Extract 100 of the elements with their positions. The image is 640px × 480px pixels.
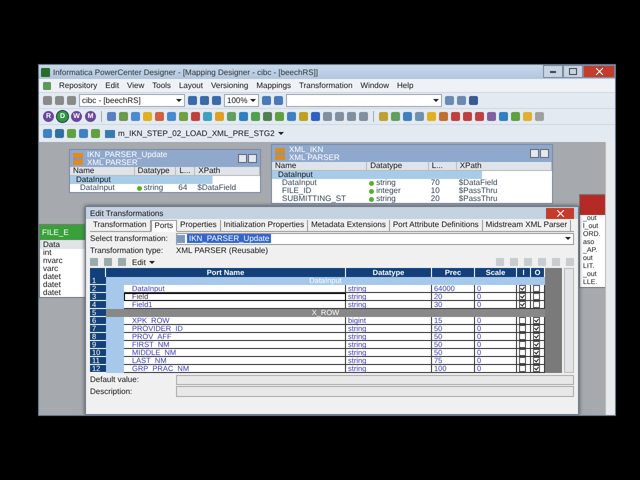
app-icon — [41, 68, 50, 76]
field-label: Default value: — [90, 374, 140, 384]
output-checkbox[interactable] — [533, 293, 540, 300]
tab[interactable]: Ports — [150, 220, 178, 232]
vertical-scrollbar[interactable] — [605, 142, 615, 415]
menu-item[interactable]: Repository — [59, 81, 98, 90]
menu-item[interactable]: Tools — [152, 81, 171, 90]
port-datatype: string — [134, 184, 176, 192]
field-label: Description: — [90, 386, 134, 396]
parser-icon — [275, 148, 285, 160]
tab[interactable]: Properties — [177, 220, 221, 231]
corner-cell — [90, 268, 106, 277]
dialog-title: Edit Transformations — [90, 208, 164, 218]
port-datatype: string — [367, 179, 429, 187]
menu-item[interactable]: Edit — [105, 81, 120, 90]
port-xpath: $DataField — [195, 184, 260, 192]
menu-item[interactable]: Transformation — [299, 81, 353, 90]
menu-item[interactable]: Versioning — [210, 81, 248, 90]
transformation-type: XML PARSER (Reusable) — [176, 246, 268, 255]
search-combo[interactable] — [286, 94, 442, 107]
input-checkbox[interactable] — [519, 341, 526, 348]
source-box[interactable]: FILE_E Data int nvarc varc datet datet datet — [39, 224, 87, 298]
transformation-select[interactable]: IKN_PARSER_Update — [176, 232, 574, 244]
port-datatype: string — [367, 195, 429, 203]
transformation-type: XML PARSER — [289, 154, 340, 162]
output-checkbox[interactable] — [533, 285, 540, 292]
close-button[interactable] — [546, 208, 574, 218]
port-xpath: $PassThru — [456, 195, 552, 203]
transformation-type: XML PARSER — [87, 158, 138, 166]
output-checkbox[interactable] — [533, 325, 540, 332]
port-datatype: varc — [42, 265, 60, 273]
input-checkbox[interactable] — [519, 293, 526, 300]
output-checkbox[interactable] — [533, 317, 540, 324]
tab[interactable]: Midstream XML Parser — [482, 220, 572, 231]
input-checkbox[interactable] — [519, 325, 526, 332]
port-length: 70 — [428, 179, 457, 187]
port-datatype: nvarc — [42, 257, 64, 265]
transformation-box[interactable]: XML_IKN XML PARSER Name Datatype L... XPath DataInput DataInput string 70 $DataField FILE_ID integer 10 $PassThru SUBMITTING_ST string 20 $PassThru — [271, 144, 553, 204]
vertical-scrollbar[interactable] — [564, 268, 574, 373]
minimize-button[interactable] — [543, 65, 563, 78]
window-title: Informatica PowerCenter Designer - [Mapping Designer - cibc - [beechRS]] — [53, 68, 318, 76]
input-checkbox[interactable] — [519, 333, 526, 340]
output-checkbox[interactable] — [533, 341, 540, 348]
port-name: DataInput — [70, 184, 135, 192]
mapping-combo[interactable]: m_IKN_STEP_02_LOAD_XML_PRE_STG2 — [103, 128, 286, 139]
port-datatype: integer — [367, 187, 429, 195]
input-checkbox[interactable] — [519, 349, 526, 356]
menu-item[interactable]: Mappings — [256, 81, 292, 90]
zoom-combo[interactable]: 100% — [224, 94, 260, 107]
target-header — [580, 195, 606, 215]
port-name: DataInput — [272, 179, 368, 187]
input-checkbox[interactable] — [519, 317, 526, 324]
output-checkbox[interactable] — [533, 333, 540, 340]
input-checkbox[interactable] — [519, 285, 526, 292]
output-checkbox[interactable] — [533, 357, 540, 364]
port-group: DataInput — [70, 176, 260, 184]
parser-icon — [73, 152, 83, 164]
column-header: Data — [40, 240, 86, 249]
port-xpath: $DataField — [456, 179, 552, 187]
restore-button[interactable] — [540, 149, 549, 158]
port-datatype: datet — [42, 273, 62, 281]
edit-menu[interactable]: Edit — [132, 258, 155, 266]
port-xpath: $PassThru — [456, 187, 552, 195]
restore-button[interactable] — [248, 154, 257, 163]
port-length: 64 — [176, 184, 196, 192]
port-group: DataInput — [272, 171, 552, 179]
port-length: 20 — [428, 195, 457, 203]
port-datatype: datet — [42, 281, 62, 289]
repository-combo[interactable]: cibc - [beechRS] — [79, 94, 185, 107]
output-checkbox[interactable] — [533, 365, 540, 372]
description-field[interactable] — [176, 386, 574, 397]
port-datatype: datet — [42, 289, 62, 297]
menu-item[interactable]: Help — [396, 81, 414, 90]
transformation-name: XML_IKN — [289, 146, 324, 154]
output-checkbox[interactable] — [533, 349, 540, 356]
transformation-box[interactable]: IKN_PARSER_Update XML PARSER Name Datatype L... XPath DataInput DataInput string 64 $DataField — [69, 149, 261, 193]
output-checkbox[interactable] — [533, 301, 540, 308]
menu-item[interactable]: Layout — [178, 81, 203, 90]
port-name: FILE_ID — [272, 187, 368, 195]
menu-app-icon — [43, 82, 51, 90]
port-length: 10 — [428, 187, 457, 195]
tab[interactable]: Metadata Extensions — [308, 220, 390, 231]
close-button[interactable] — [583, 65, 615, 78]
minimize-button[interactable] — [238, 154, 247, 163]
input-checkbox[interactable] — [519, 357, 526, 364]
field-label: Transformation type: — [90, 246, 164, 256]
port-name: SUBMITTING_ST — [272, 195, 368, 203]
menu-item[interactable]: View — [127, 81, 144, 90]
menu-item[interactable]: Window — [360, 81, 389, 90]
transformation-name: IKN_PARSER_Update — [87, 150, 168, 158]
source-name: FILE_E — [40, 225, 86, 240]
field-label: Select transformation: — [90, 234, 169, 244]
input-checkbox[interactable] — [519, 301, 526, 308]
default-value-field[interactable] — [176, 374, 574, 384]
input-checkbox[interactable] — [519, 365, 526, 372]
port-datatype: int — [42, 249, 52, 257]
tab[interactable]: Initialization Properties — [220, 220, 308, 231]
tab[interactable]: Port Attribute Definitions — [390, 220, 483, 231]
minimize-button[interactable] — [530, 149, 539, 158]
maximize-button[interactable] — [563, 65, 583, 78]
